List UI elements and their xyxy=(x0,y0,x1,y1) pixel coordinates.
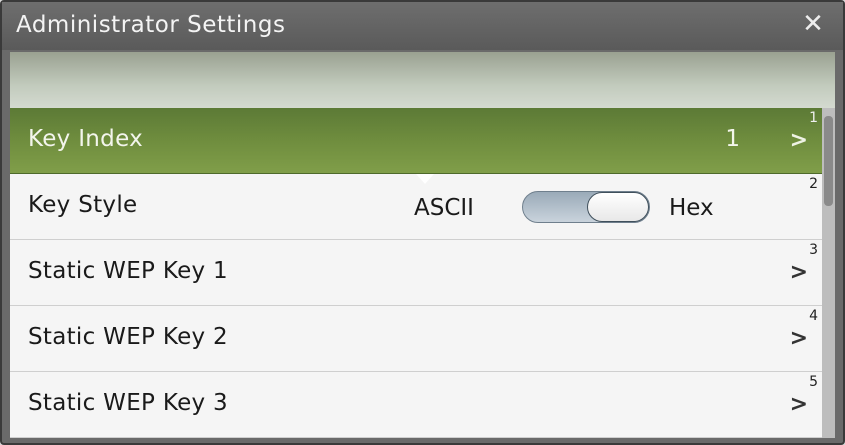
title-bar: Administrator Settings ✕ xyxy=(2,2,843,50)
header-banner xyxy=(10,52,835,108)
scrollbar-thumb[interactable] xyxy=(824,116,833,206)
toggle-right-label: Hex xyxy=(669,195,714,221)
chevron-right-icon: > xyxy=(789,260,808,285)
chevron-right-icon: > xyxy=(789,128,808,153)
key-style-toggle[interactable] xyxy=(522,191,650,223)
settings-list: Key Index 1 > 1 Key Style ASCII Hex 2 St… xyxy=(10,108,822,438)
row-label: Key Style xyxy=(28,192,138,218)
row-index-number: 5 xyxy=(809,374,818,390)
key-index-row[interactable]: Key Index 1 > 1 xyxy=(10,108,822,174)
row-label: Static WEP Key 1 xyxy=(28,258,228,284)
static-wep-key-3-row[interactable]: Static WEP Key 3 > 5 xyxy=(10,372,822,438)
row-index-number: 2 xyxy=(809,176,818,192)
selection-pointer-icon xyxy=(416,174,434,184)
row-index-number: 3 xyxy=(809,242,818,258)
row-index-number: 1 xyxy=(809,110,818,126)
key-style-row: Key Style ASCII Hex 2 xyxy=(10,174,822,240)
row-label: Static WEP Key 3 xyxy=(28,390,228,416)
toggle-knob[interactable] xyxy=(587,192,649,222)
key-index-value: 1 xyxy=(725,126,740,152)
chevron-right-icon: > xyxy=(789,326,808,351)
row-index-number: 4 xyxy=(809,308,818,324)
window-title: Administrator Settings xyxy=(16,12,286,38)
row-label: Key Index xyxy=(28,126,144,152)
settings-window: Administrator Settings ✕ Key Index 1 > 1… xyxy=(0,0,845,445)
row-label: Static WEP Key 2 xyxy=(28,324,228,350)
static-wep-key-2-row[interactable]: Static WEP Key 2 > 4 xyxy=(10,306,822,372)
static-wep-key-1-row[interactable]: Static WEP Key 1 > 3 xyxy=(10,240,822,306)
close-icon[interactable]: ✕ xyxy=(799,10,827,38)
chevron-right-icon: > xyxy=(789,392,808,417)
vertical-scrollbar[interactable] xyxy=(822,108,835,438)
toggle-left-label: ASCII xyxy=(414,195,474,221)
